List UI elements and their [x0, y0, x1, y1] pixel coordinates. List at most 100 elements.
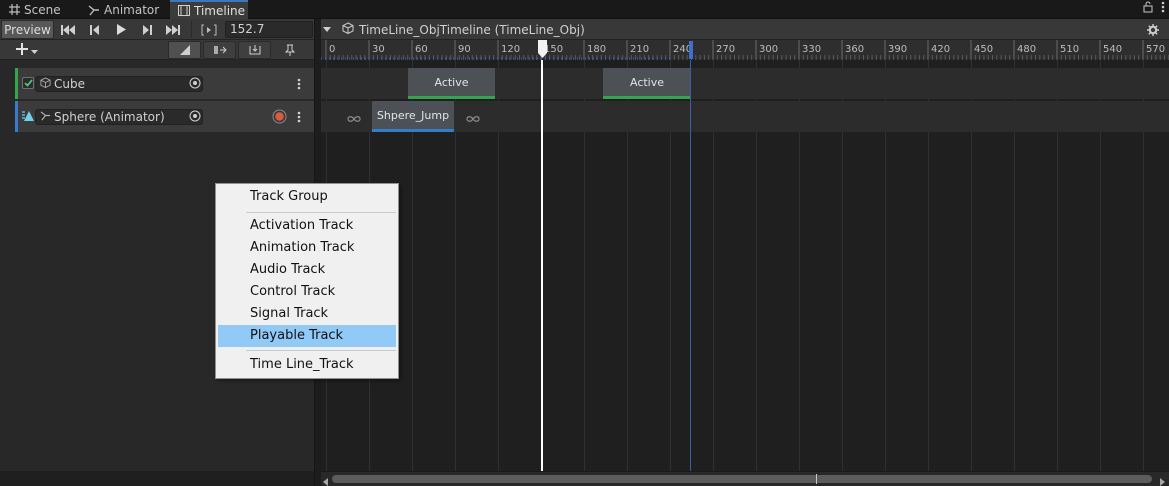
ruler-tick-label: 480	[1017, 44, 1036, 55]
track-binding-label: Cube	[54, 77, 85, 91]
timeline-clip-area[interactable]: Active Active Shpere_Jump	[321, 60, 1169, 471]
infinity-icon	[347, 112, 361, 126]
ruler-tick-label: 120	[501, 44, 520, 55]
menu-item-audio-track[interactable]: Audio Track	[218, 259, 396, 281]
track-header-cube[interactable]: Cube	[15, 68, 314, 99]
frame-input[interactable]: 152.7	[225, 21, 313, 38]
ruler-ticks: 0 30 60 90 120 150 180 210 240 270 300 330 360 390 420…	[321, 40, 1169, 60]
track-binding-field[interactable]: Cube	[35, 76, 203, 92]
animation-clip[interactable]: Shpere_Jump	[372, 101, 454, 132]
ruler-tick-label: 540	[1103, 44, 1122, 55]
play-range-button[interactable]	[198, 21, 220, 38]
goto-end-button[interactable]	[162, 21, 184, 38]
ruler-tick-label: 390	[888, 44, 907, 55]
track-binding-field[interactable]: Sphere (Animator)	[35, 109, 203, 125]
track-tools-bar	[0, 40, 314, 60]
add-track-button[interactable]	[16, 41, 48, 59]
menu-separator	[246, 350, 396, 351]
end-marker-line	[690, 60, 691, 471]
window-controls	[1143, 1, 1165, 16]
ruler-tick-label: 30	[372, 44, 385, 55]
play-button[interactable]	[110, 21, 132, 38]
plus-icon	[16, 42, 28, 58]
cube-outline-icon	[342, 22, 354, 37]
add-track-context-menu: Track Group Activation Track Animation T…	[215, 183, 399, 379]
ruler-tick-label: 90	[458, 44, 471, 55]
tab-label: Animator	[104, 2, 160, 17]
scroll-left-icon[interactable]	[323, 475, 328, 486]
playhead-line[interactable]	[541, 60, 543, 471]
tab-label: Timeline	[194, 3, 246, 18]
grid-icon	[8, 4, 20, 16]
menu-item-control-track[interactable]: Control Track	[218, 281, 396, 303]
film-icon	[178, 5, 190, 17]
track-menu-icon[interactable]	[296, 109, 302, 125]
ruler-tick-label: 360	[845, 44, 864, 55]
move-mode-button[interactable]	[203, 41, 236, 59]
menu-item-timeline-track[interactable]: Time Line_Track	[218, 354, 396, 376]
animator-icon	[88, 4, 100, 16]
scroll-spacer	[0, 471, 314, 486]
goto-start-button[interactable]	[57, 21, 79, 38]
menu-item-activation-track[interactable]: Activation Track	[218, 215, 396, 237]
ruler-tick-label: 210	[630, 44, 649, 55]
animation-track-icon	[21, 110, 35, 125]
clip-label: Shpere_Jump	[376, 108, 450, 122]
scrollbar-playhead-marker	[816, 474, 817, 484]
animator-icon	[40, 110, 51, 124]
breadcrumb: TimeLine_ObjTimeline (TimeLine_Obj)	[342, 20, 585, 39]
clip-label: Active	[434, 75, 469, 89]
menu-separator	[246, 212, 396, 213]
ruler-tick-label: 270	[716, 44, 735, 55]
track-menu-icon[interactable]	[296, 76, 302, 92]
cube-icon	[40, 77, 51, 91]
scroll-right-icon[interactable]	[1160, 475, 1165, 486]
ruler-tick-label: 330	[802, 44, 821, 55]
ripple-mode-button[interactable]	[168, 41, 201, 59]
ruler-tick-label: 300	[759, 44, 778, 55]
replace-mode-button[interactable]	[238, 41, 271, 59]
track-color-stripe	[15, 68, 18, 99]
more-icon[interactable]	[1161, 1, 1165, 16]
object-picker-icon[interactable]	[188, 76, 202, 90]
ruler-tick-label: 0	[329, 44, 335, 55]
horizontal-scrollbar[interactable]	[321, 471, 1169, 486]
ruler-tick-label: 420	[931, 44, 950, 55]
tab-label: Scene	[24, 2, 61, 17]
clip-label: Active	[629, 75, 665, 89]
tab-scene[interactable]: Scene	[0, 0, 80, 19]
menu-item-signal-track[interactable]: Signal Track	[218, 303, 396, 325]
checkmark-icon	[23, 76, 33, 90]
track-color-stripe	[15, 101, 18, 132]
chevron-down-icon	[31, 43, 38, 57]
activation-clip[interactable]: Active	[603, 68, 691, 99]
settings-gear-icon[interactable]	[1142, 21, 1164, 38]
lock-icon[interactable]	[1143, 1, 1153, 16]
prev-frame-button[interactable]	[84, 21, 106, 38]
object-picker-icon[interactable]	[188, 109, 202, 123]
tab-animator[interactable]: Animator	[80, 0, 170, 19]
tab-timeline[interactable]: Timeline	[170, 0, 248, 19]
timeline-toolbar: Preview 152.7 TimeLine_ObjTimeline (Time…	[0, 19, 1169, 40]
time-ruler[interactable]: 0 30 60 90 120 150 180 210 240 270 300 330 360 390 420…	[321, 40, 1169, 60]
playhead-handle[interactable]	[537, 40, 548, 61]
toolbar-divider	[191, 21, 192, 38]
end-marker-handle[interactable]	[689, 41, 693, 59]
menu-item-animation-track[interactable]: Animation Track	[218, 237, 396, 259]
menu-item-track-group[interactable]: Track Group	[218, 186, 396, 208]
track-header-sphere[interactable]: Sphere (Animator)	[15, 101, 314, 132]
preview-button[interactable]: Preview	[1, 20, 54, 39]
scrollbar-thumb[interactable]	[332, 475, 1152, 483]
ruler-tick-label: 60	[415, 44, 428, 55]
track-enabled-checkbox[interactable]	[22, 77, 34, 89]
next-frame-button[interactable]	[136, 21, 158, 38]
ruler-tick-label: 510	[1060, 44, 1079, 55]
breadcrumb-label[interactable]: TimeLine_ObjTimeline (TimeLine_Obj)	[359, 23, 585, 37]
infinity-icon	[466, 112, 480, 126]
ruler-tick-label: 570	[1146, 44, 1165, 55]
ruler-tick-label: 450	[974, 44, 993, 55]
activation-clip[interactable]: Active	[408, 68, 495, 99]
pin-icon[interactable]	[277, 41, 303, 59]
menu-item-playable-track[interactable]: Playable Track	[218, 325, 396, 347]
record-button[interactable]	[272, 109, 287, 127]
